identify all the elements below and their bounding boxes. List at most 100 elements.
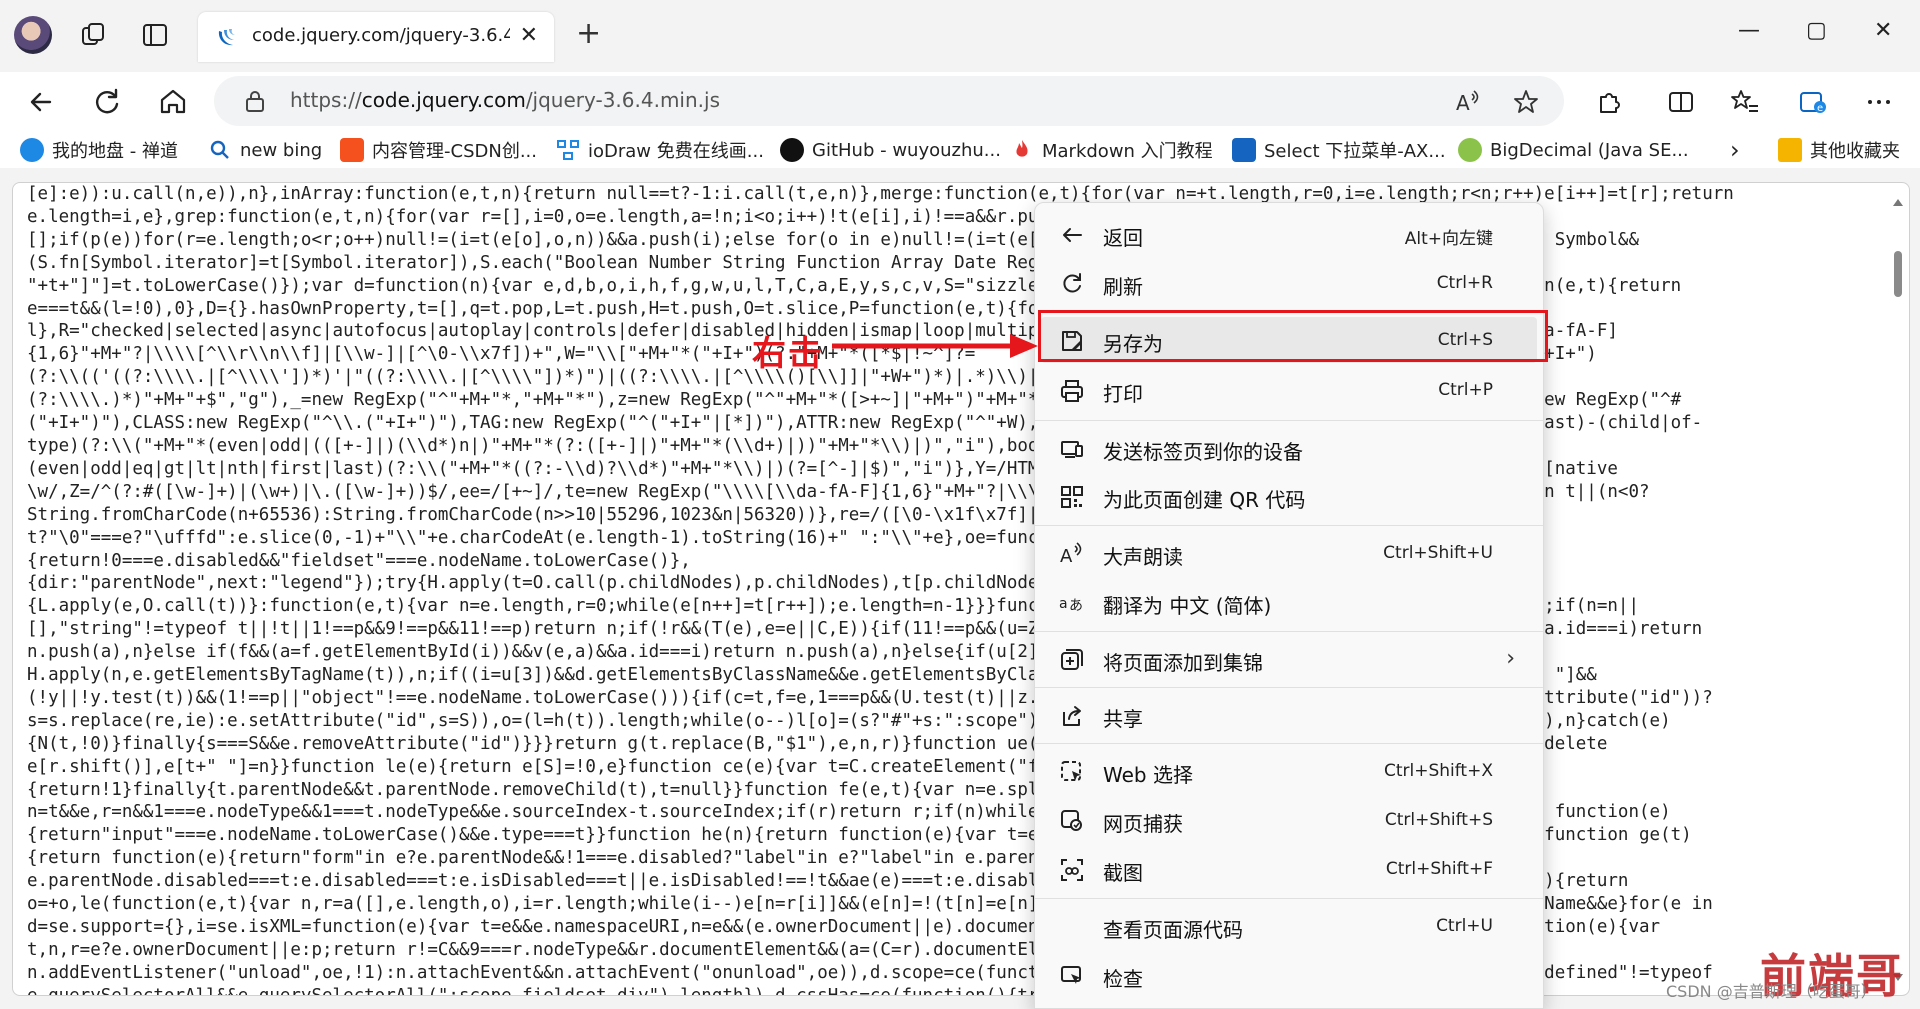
github-icon <box>780 138 804 162</box>
favorite-item[interactable]: GitHub - wuyouzhu... <box>780 136 1001 164</box>
printer-icon <box>1061 380 1083 402</box>
home-icon[interactable] <box>156 85 190 119</box>
web-capture-icon <box>1061 810 1082 831</box>
navigation-bar: https://code.jquery.com/jquery-3.6.4.min… <box>0 72 1920 132</box>
url-path: /jquery-3.6.4.min.js <box>525 88 721 112</box>
translate-icon: aあ <box>1059 596 1083 614</box>
favorite-label: ioDraw 免费在线画... <box>588 141 764 162</box>
menu-item-shortcut: Ctrl+Shift+X <box>1383 761 1493 781</box>
favorite-item[interactable]: 我的地盘 - 禅道 <box>20 136 178 164</box>
menu-item-label: 为此页面创建 QR 代码 <box>1103 488 1306 512</box>
minimize-button[interactable]: — <box>1738 18 1760 43</box>
java-icon <box>1458 138 1482 162</box>
extensions-icon[interactable] <box>1592 85 1626 119</box>
favorite-item[interactable]: BigDecimal (Java SE... <box>1458 136 1689 164</box>
submenu-chevron-icon: › <box>1506 646 1515 671</box>
vertical-scrollbar[interactable] <box>1891 195 1905 985</box>
svg-text:A: A <box>1456 91 1470 115</box>
tab-title: code.jquery.com/jquery-3.6.4.m <box>252 25 510 46</box>
scroll-up-arrow-icon[interactable] <box>1893 199 1903 206</box>
url-text[interactable]: https://code.jquery.com/jquery-3.6.4.min… <box>290 88 720 112</box>
read-aloud-icon[interactable]: A <box>1454 88 1482 116</box>
menu-item-label: 翻译为 中文 (简体) <box>1103 594 1272 618</box>
favorite-label: new bing <box>240 139 323 161</box>
menu-item-shortcut: Ctrl+Shift+F <box>1385 859 1493 879</box>
favorite-item[interactable]: Markdown 入门教程 <box>1010 136 1213 164</box>
workspaces-icon[interactable] <box>78 20 108 50</box>
favorite-label: BigDecimal (Java SE... <box>1490 139 1689 161</box>
lock-icon[interactable] <box>244 89 266 113</box>
other-favorites-folder[interactable]: 其他收藏夹 <box>1778 136 1900 164</box>
back-arrow-icon <box>1063 228 1082 242</box>
favorite-label: 内容管理-CSDN创... <box>372 141 537 162</box>
favorite-item[interactable]: Select 下拉菜单-AX... <box>1232 136 1446 164</box>
menu-separator <box>1035 631 1543 632</box>
menu-item-print[interactable]: 打印 Ctrl+P <box>1041 367 1537 413</box>
page-viewport[interactable]: [e]:e)):u.call(n,e)),n},inArray:function… <box>12 182 1910 996</box>
menu-item-read-aloud[interactable]: A 大声朗读 Ctrl+Shift+U <box>1041 530 1537 576</box>
favorites-icon[interactable] <box>1728 85 1762 119</box>
menu-item-shortcut: Alt+向左键 <box>1404 229 1493 249</box>
menu-item-label: Web 选择 <box>1103 763 1193 787</box>
menu-item-label: 检查 <box>1103 967 1143 991</box>
iodraw-icon <box>557 140 579 160</box>
menu-item-shortcut: Ctrl+Shift+S <box>1384 810 1493 830</box>
share-icon <box>1063 706 1081 726</box>
menu-item-label: 网页捕获 <box>1103 812 1183 836</box>
menu-item-inspect[interactable]: 检查 <box>1041 952 1537 998</box>
svg-text:あ: あ <box>1069 598 1083 614</box>
favorite-item[interactable]: ioDraw 免费在线画... <box>556 136 764 164</box>
search-icon <box>210 140 229 159</box>
menu-item-label: 截图 <box>1103 861 1143 885</box>
menu-item-screenshot[interactable]: 截图 Ctrl+Shift+F <box>1041 846 1537 892</box>
favorite-item[interactable]: 内容管理-CSDN创... <box>340 136 537 164</box>
more-options-icon[interactable] <box>1862 85 1896 119</box>
annotation-arrow-icon <box>832 334 1038 358</box>
split-screen-icon[interactable] <box>1664 85 1698 119</box>
back-icon[interactable] <box>24 85 58 119</box>
menu-separator <box>1035 898 1543 899</box>
menu-item-add-to-collections[interactable]: 将页面添加到集锦 › <box>1041 636 1537 682</box>
send-to-device-icon <box>1061 441 1083 458</box>
menu-item-back[interactable]: 返回 Alt+向左键 <box>1041 211 1537 257</box>
scroll-thumb[interactable] <box>1894 251 1902 297</box>
maximize-button[interactable]: ▢ <box>1806 18 1827 43</box>
address-bar[interactable]: https://code.jquery.com/jquery-3.6.4.min… <box>214 76 1564 126</box>
favorite-label: Markdown 入门教程 <box>1042 141 1213 162</box>
menu-item-web-capture[interactable]: 网页捕获 Ctrl+Shift+S <box>1041 797 1537 843</box>
menu-item-refresh[interactable]: 刷新 Ctrl+R <box>1041 260 1537 306</box>
highlight-box <box>1038 310 1548 362</box>
refresh-icon <box>1063 273 1081 293</box>
collections-icon[interactable]: e <box>1796 85 1830 119</box>
favorites-overflow-chevron-icon[interactable]: › <box>1730 136 1740 164</box>
vertical-tabs-icon[interactable] <box>140 20 170 50</box>
active-tab[interactable]: code.jquery.com/jquery-3.6.4.m ✕ <box>198 12 554 62</box>
tab-close-icon[interactable]: ✕ <box>520 24 538 48</box>
menu-item-label: 大声朗读 <box>1103 545 1183 569</box>
menu-item-send-tab[interactable]: 发送标签页到你的设备 <box>1041 425 1537 471</box>
favorite-label: 我的地盘 - 禅道 <box>52 141 178 162</box>
ax-icon <box>1232 138 1256 162</box>
jquery-favicon-icon <box>218 29 235 46</box>
menu-separator <box>1035 525 1543 526</box>
profile-avatar[interactable] <box>14 16 52 54</box>
menu-item-label: 打印 <box>1103 382 1143 406</box>
close-window-button[interactable]: ✕ <box>1874 18 1892 43</box>
favorite-label: 其他收藏夹 <box>1810 141 1900 162</box>
favorite-label: GitHub - wuyouzhu... <box>812 139 1001 161</box>
menu-item-translate[interactable]: aあ 翻译为 中文 (简体) <box>1041 579 1537 625</box>
favorite-star-icon[interactable] <box>1512 88 1540 116</box>
menu-item-view-source[interactable]: 查看页面源代码 Ctrl+U <box>1041 903 1537 949</box>
menu-item-web-select[interactable]: Web 选择 Ctrl+Shift+X <box>1041 748 1537 794</box>
menu-separator <box>1035 743 1543 744</box>
favorite-item[interactable]: new bing <box>208 136 322 164</box>
refresh-icon[interactable] <box>90 85 124 119</box>
new-tab-button[interactable]: + <box>576 18 601 50</box>
menu-separator <box>1035 687 1543 688</box>
title-bar: code.jquery.com/jquery-3.6.4.m ✕ + — ▢ ✕ <box>0 0 1920 72</box>
read-aloud-icon: A <box>1060 542 1082 567</box>
menu-item-share[interactable]: 共享 <box>1041 692 1537 738</box>
menu-item-qr-code[interactable]: 为此页面创建 QR 代码 <box>1041 473 1537 519</box>
menu-item-label: 共享 <box>1103 707 1143 731</box>
csdn-icon <box>340 138 364 162</box>
